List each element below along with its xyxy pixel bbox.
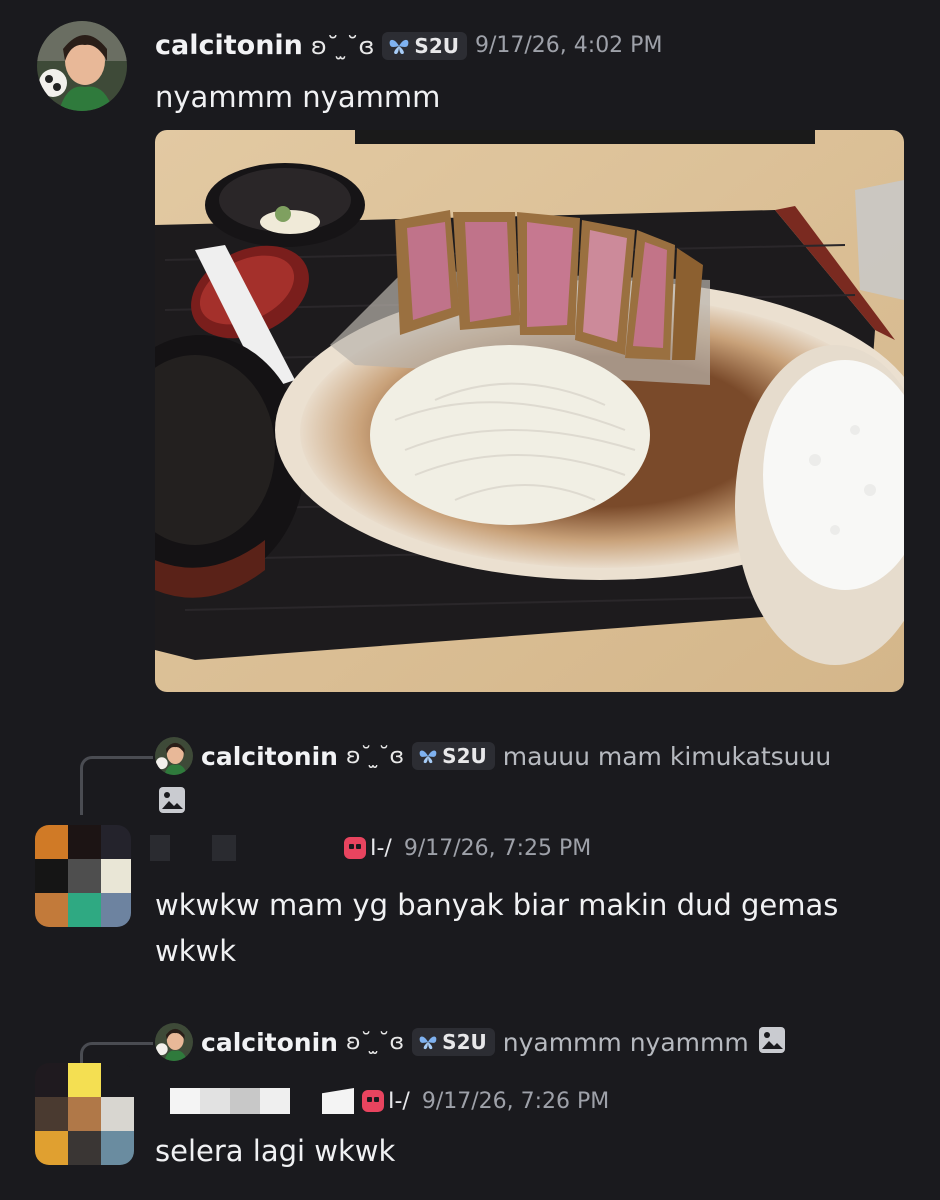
timestamp: 9/17/26, 7:25 PM — [403, 835, 592, 861]
reply-preview[interactable]: calcitonin ʚ˘ ̫˘ɞ S2U mauuu mam kimukats… — [155, 737, 831, 775]
butterfly-icon — [419, 1036, 437, 1050]
reply-name-decoration: ʚ˘ ̫˘ɞ — [345, 1029, 405, 1055]
image-attachment[interactable] — [155, 130, 904, 692]
avatar[interactable] — [37, 21, 127, 111]
reply-preview-text: nyammm nyammm — [502, 1027, 749, 1057]
avatar[interactable] — [35, 825, 131, 927]
avatar[interactable] — [35, 1063, 134, 1165]
image-icon — [757, 1025, 787, 1059]
message-text: nyammm nyammm — [155, 80, 441, 114]
reply-avatar — [155, 1023, 193, 1061]
redacted-username-part — [200, 1088, 230, 1114]
message-header: I-/ 9/17/26, 7:25 PM — [150, 835, 591, 861]
reply-spine — [80, 756, 153, 815]
timestamp: 9/17/26, 7:26 PM — [421, 1088, 610, 1114]
username[interactable]: calcitonin — [155, 30, 303, 61]
redacted-username — [150, 835, 170, 861]
reply-preview[interactable]: calcitonin ʚ˘ ̫˘ɞ S2U nyammm nyammm — [155, 1023, 787, 1061]
message-text: wkwkw mam yg banyak biar makin dud gemas — [155, 888, 839, 922]
butterfly-icon — [419, 750, 437, 764]
message-header: I-/ 9/17/26, 7:26 PM — [170, 1088, 609, 1114]
timestamp: 9/17/26, 4:02 PM — [474, 33, 663, 58]
reply-avatar — [155, 737, 193, 775]
reply-username: calcitonin — [201, 741, 338, 771]
redacted-username-part — [322, 1088, 354, 1114]
role-tag-label: I-/ — [388, 1088, 410, 1114]
server-tag-label: S2U — [414, 33, 459, 58]
reply-server-tag-label: S2U — [442, 744, 487, 768]
skull-icon — [362, 1090, 384, 1112]
message-header: calcitonin ʚ˘ ̫˘ɞ S2U 9/17/26, 4:02 PM — [155, 30, 662, 61]
butterfly-icon — [390, 39, 409, 54]
skull-icon — [344, 837, 366, 859]
reply-username: calcitonin — [201, 1027, 338, 1057]
message-text: selera lagi wkwk — [155, 1134, 396, 1168]
reply-server-tag: S2U — [412, 1028, 495, 1056]
food-photo — [155, 130, 904, 692]
role-tag[interactable]: I-/ — [344, 836, 392, 861]
role-tag[interactable]: I-/ — [362, 1089, 410, 1114]
redacted-username — [170, 1088, 200, 1114]
message-text-line2: wkwk — [155, 934, 237, 968]
name-decoration: ʚ˘ ̫˘ɞ — [310, 31, 375, 60]
role-tag-label: I-/ — [370, 835, 392, 861]
reply-server-tag-label: S2U — [442, 1030, 487, 1054]
server-tag[interactable]: S2U — [382, 31, 467, 60]
redacted-username-part — [212, 835, 236, 861]
image-icon — [157, 785, 187, 819]
reply-preview-text: mauuu mam kimukatsuuu — [502, 741, 832, 771]
reply-server-tag: S2U — [412, 742, 495, 770]
redacted-username-part — [230, 1088, 260, 1114]
redacted-username-part — [260, 1088, 290, 1114]
reply-name-decoration: ʚ˘ ̫˘ɞ — [345, 743, 405, 769]
